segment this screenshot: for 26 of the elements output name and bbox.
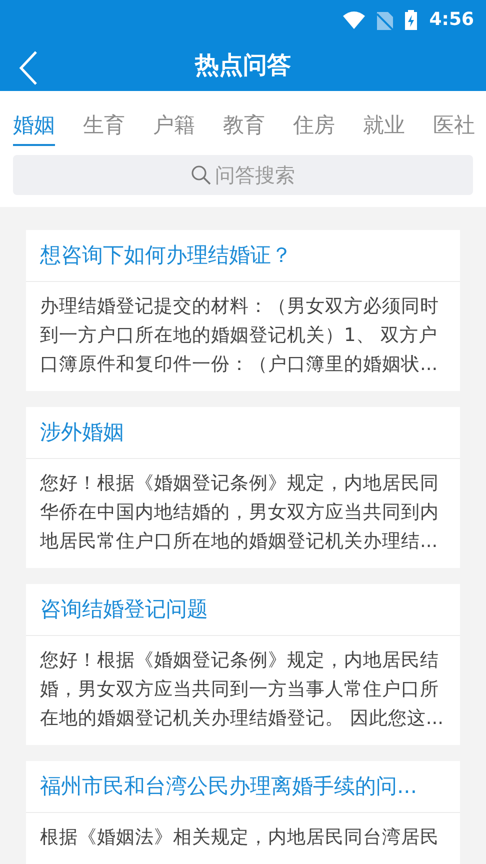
category-tab[interactable]: 生育 (83, 110, 125, 146)
wifi-icon (343, 10, 366, 29)
question-card[interactable]: 福州市民和台湾公民办理离婚手续的问... 根据《婚姻法》相关规定，内地居民同台湾居民 (26, 761, 460, 864)
page-title: 热点问答 (195, 50, 291, 82)
question-title: 福州市民和台湾公民办理离婚手续的问... (40, 772, 418, 800)
search-icon (191, 165, 211, 185)
category-tab[interactable]: 住房 (293, 110, 335, 146)
answer-preview: 您好！根据《婚姻登记条例》规定，内地居民同华侨在中国内地结婚的，男女双方应当共同到内地居民常住户口所在地的婚姻登记机关办理结... (40, 472, 440, 554)
question-title: 想咨询下如何办理结婚证？ (40, 242, 292, 269)
answer-preview: 您好！根据《婚姻登记条例》规定，内地居民结婚，男女双方应当共同到一方当事人常住户口所在地的婚姻登记机关办理结婚登记。 因此您这... (40, 649, 445, 731)
answer-preview: 根据《婚姻法》相关规定，内地居民同台湾居民 (40, 826, 440, 850)
search-field[interactable]: 问答搜索 (13, 155, 473, 195)
category-tab[interactable]: 医社 (433, 110, 475, 146)
status-time: 4:56 (429, 8, 474, 32)
answer-preview: 办理结婚登记提交的材料：（男女双方必须同时到一方户口所在地的婚姻登记机关）1、 双方户口簿原件和复印件一份：（户口簿里的婚姻状... (40, 295, 440, 377)
question-title: 咨询结婚登记问题 (40, 596, 208, 623)
question-card[interactable]: 涉外婚姻 您好！根据《婚姻登记条例》规定，内地居民同华侨在中国内地结婚的，男女双方应当共同到内地居民常住户口所在地的婚姻登记机关办理结... (26, 407, 460, 568)
question-title: 涉外婚姻 (40, 418, 124, 446)
battery-charging-icon (405, 10, 418, 30)
no-sim-icon (377, 10, 394, 30)
category-tab[interactable]: 教育 (223, 110, 265, 146)
question-card[interactable]: 想咨询下如何办理结婚证？ 办理结婚登记提交的材料：（男女双方必须同时到一方户口所在地的婚姻登记机关）1、 双方户口簿原件和复印件一份：（户口簿里的婚姻状... (26, 230, 460, 391)
category-tab[interactable]: 就业 (363, 110, 405, 146)
category-tab[interactable]: 婚姻 (13, 110, 55, 146)
category-tab[interactable]: 户籍 (153, 110, 195, 146)
question-card[interactable]: 咨询结婚登记问题 您好！根据《婚姻登记条例》规定，内地居民结婚，男女双方应当共同到一方当事人常住户口所在地的婚姻登记机关办理结婚登记。 因此您这... (26, 584, 460, 745)
